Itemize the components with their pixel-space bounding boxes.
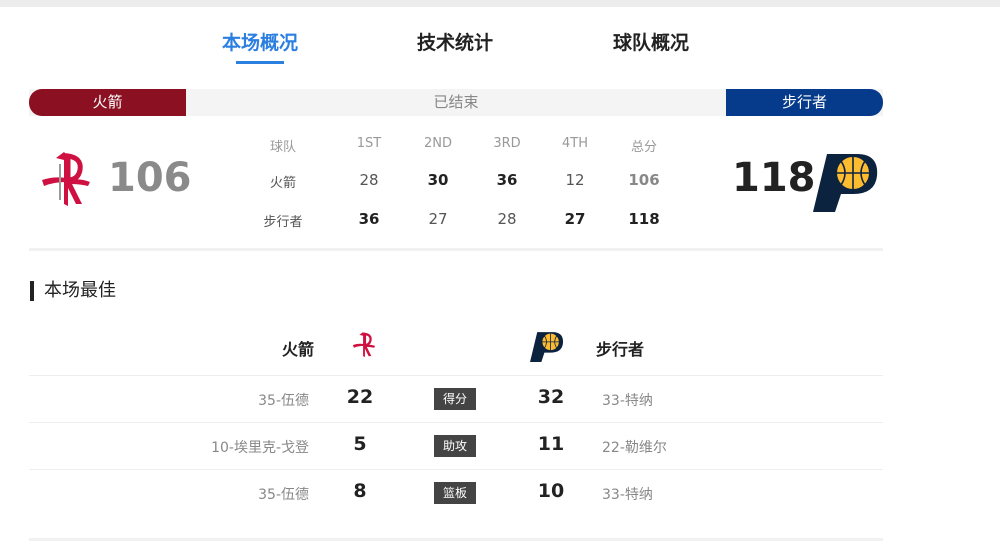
best-away-team: 步行者 bbox=[596, 340, 645, 359]
linescore-header: 球队 bbox=[269, 140, 296, 155]
active-tab-indicator bbox=[236, 61, 284, 64]
linescore-cell: 36 bbox=[358, 210, 380, 228]
best-home-player[interactable]: 10-埃里克-戈登 bbox=[211, 437, 309, 457]
rockets-logo-icon bbox=[352, 332, 376, 357]
home-score: 106 bbox=[108, 155, 192, 201]
linescore-cell: 30 bbox=[427, 171, 449, 189]
tab-stats[interactable]: 技术统计 bbox=[411, 28, 499, 55]
tab-team-overview[interactable]: 球队概况 bbox=[607, 28, 695, 55]
best-home-player[interactable]: 35-伍德 bbox=[258, 484, 309, 504]
linescore-header: 总分 bbox=[630, 140, 657, 155]
best-home-value: 22 bbox=[346, 386, 374, 408]
best-home-team: 火箭 bbox=[282, 340, 315, 359]
best-home-value: 8 bbox=[353, 480, 367, 502]
tab-overview[interactable]: 本场概况 bbox=[216, 28, 304, 55]
pacers-logo-icon bbox=[530, 332, 564, 362]
best-category-badge: 得分 bbox=[434, 388, 476, 410]
best-home-value: 5 bbox=[353, 433, 367, 455]
pacers-logo-icon[interactable] bbox=[811, 148, 881, 214]
best-away-value: 10 bbox=[537, 480, 565, 502]
best-players-title: 本场最佳 bbox=[30, 281, 116, 301]
linescore-team: 步行者 bbox=[263, 215, 303, 230]
best-row-assists: 10-埃里克-戈登 5 助攻 11 22-勒维尔 bbox=[29, 422, 883, 468]
best-row-rebounds: 35-伍德 8 篮板 10 33-特纳 bbox=[29, 469, 883, 515]
linescore-total: 106 bbox=[628, 171, 660, 189]
top-strip bbox=[0, 0, 1000, 7]
linescore-header: 1ST bbox=[356, 136, 382, 151]
linescore-cell: 28 bbox=[497, 210, 517, 228]
status-away-team: 步行者 bbox=[726, 89, 883, 116]
best-away-value: 11 bbox=[537, 433, 565, 455]
linescore-total: 118 bbox=[628, 210, 660, 228]
best-category-badge: 篮板 bbox=[434, 482, 476, 504]
best-away-player[interactable]: 22-勒维尔 bbox=[602, 437, 667, 457]
status-home-team: 火箭 bbox=[29, 89, 186, 116]
linescore-cell: 28 bbox=[359, 171, 379, 189]
linescore-header: 3RD bbox=[493, 136, 521, 151]
linescore-header: 2ND bbox=[423, 136, 452, 151]
away-score: 118 bbox=[732, 155, 816, 201]
best-row-points: 35-伍德 22 得分 32 33-特纳 bbox=[29, 375, 883, 421]
linescore-team: 火箭 bbox=[269, 176, 296, 191]
linescore-row-away: 步行者 36 27 28 27 118 bbox=[249, 210, 679, 230]
section-divider bbox=[29, 538, 883, 541]
best-away-player[interactable]: 33-特纳 bbox=[602, 484, 653, 504]
best-away-value: 32 bbox=[537, 386, 565, 408]
linescore-header-row: 球队 1ST 2ND 3RD 4TH 总分 bbox=[249, 136, 679, 156]
linescore-cell: 27 bbox=[428, 210, 448, 228]
linescore-row-home: 火箭 28 30 36 12 106 bbox=[249, 171, 679, 191]
linescore-cell: 12 bbox=[565, 171, 585, 189]
linescore-cell: 36 bbox=[496, 171, 518, 189]
best-away-player[interactable]: 33-特纳 bbox=[602, 390, 653, 410]
game-status-bar: 火箭 已结束 步行者 bbox=[29, 89, 883, 116]
best-home-player[interactable]: 35-伍德 bbox=[258, 390, 309, 410]
rockets-logo-icon[interactable] bbox=[40, 150, 92, 210]
game-status-text: 已结束 bbox=[433, 93, 479, 111]
tab-bar: 本场概况 技术统计 球队概况 bbox=[0, 28, 1000, 68]
best-category-badge: 助攻 bbox=[434, 435, 476, 457]
section-divider bbox=[29, 248, 883, 251]
linescore-header: 4TH bbox=[562, 136, 588, 151]
linescore-cell: 27 bbox=[564, 210, 586, 228]
